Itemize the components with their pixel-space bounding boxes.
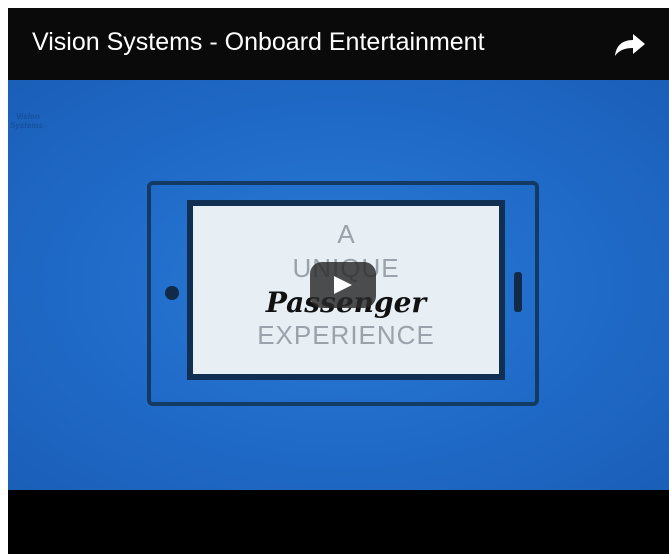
logo-line-2: Systems — [10, 121, 43, 130]
share-icon[interactable] — [613, 32, 647, 58]
video-title[interactable]: Vision Systems - Onboard Entertainment — [32, 28, 485, 57]
tablet-camera-dot — [165, 286, 179, 300]
play-button[interactable] — [310, 262, 376, 308]
logo-line-1: Vision — [16, 112, 40, 121]
title-bar: Vision Systems - Onboard Entertainment — [8, 8, 669, 80]
player-bottom-bar — [8, 490, 669, 554]
channel-logo: Vision Systems — [8, 108, 68, 138]
play-icon — [334, 276, 352, 294]
video-player[interactable]: Vision Systems - Onboard Entertainment V… — [8, 8, 669, 554]
tablet-side-button — [514, 272, 522, 312]
screen-line-experience: EXPERIENCE — [257, 320, 435, 350]
screen-line-a: A — [337, 219, 355, 249]
